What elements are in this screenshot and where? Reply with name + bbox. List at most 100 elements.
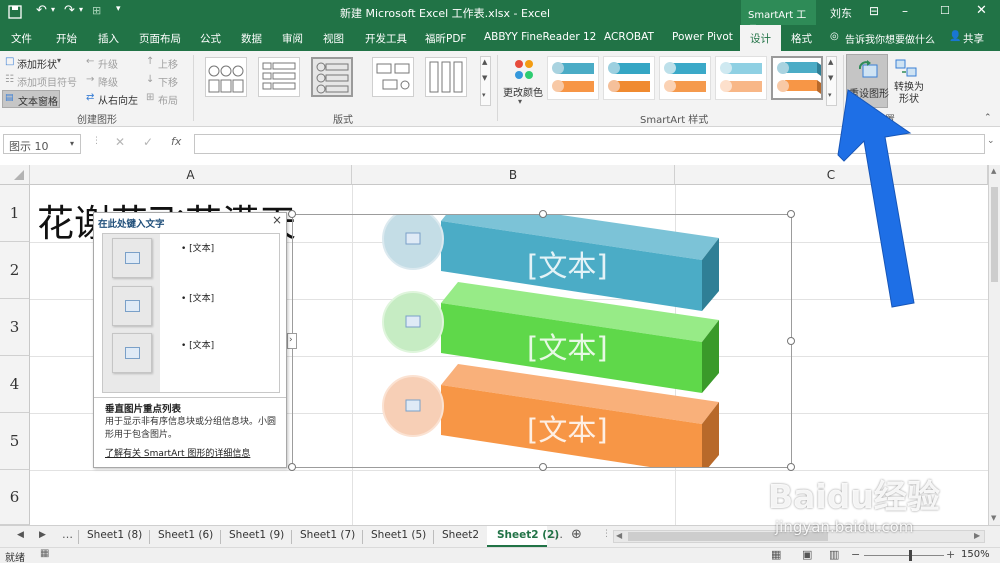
new-sheet-icon[interactable]: ⊕ [571, 527, 582, 542]
smartart-frame[interactable]: [文本] [文本] [文本] [288, 210, 795, 471]
column-header-a[interactable]: A [30, 165, 352, 185]
close-icon[interactable]: ✕ [976, 3, 987, 18]
tab-insert[interactable]: 插入 [98, 31, 119, 46]
tab-design[interactable]: 设计 [740, 25, 781, 51]
row-header-1[interactable]: 1 [0, 185, 30, 242]
tab-format[interactable]: 格式 [791, 31, 812, 46]
sheet-tab[interactable]: Sheet1 (8) [87, 529, 142, 541]
text-pane-button[interactable]: ▤ 文本窗格 [2, 90, 60, 108]
save-icon[interactable] [8, 5, 22, 19]
tab-home[interactable]: 开始 [56, 31, 77, 46]
add-shape-dropdown-icon[interactable]: ▾ [57, 56, 61, 65]
tab-data[interactable]: 数据 [241, 31, 262, 46]
minimize-icon[interactable]: – [902, 4, 908, 18]
page-layout-view-icon[interactable]: ▣ [802, 548, 812, 561]
undo-dropdown-icon[interactable]: ▾ [51, 5, 55, 14]
layout-thumb-selected[interactable] [311, 57, 353, 97]
layout-thumb[interactable] [258, 57, 300, 97]
scroll-thumb[interactable] [991, 187, 998, 282]
layout-thumb[interactable] [425, 57, 467, 97]
smartart-item-text[interactable]: [文本] [527, 325, 608, 367]
sheet-tab[interactable]: Sheet1 (6) [158, 529, 213, 541]
insert-function-button[interactable]: fx [171, 135, 181, 148]
tab-file[interactable]: 文件 [11, 31, 32, 46]
zoom-level[interactable]: 150% [961, 549, 990, 560]
style-thumb[interactable] [547, 56, 599, 100]
row-header-3[interactable]: 3 [0, 299, 30, 356]
enter-icon[interactable]: ✓ [143, 135, 153, 149]
row-header-4[interactable]: 4 [0, 356, 30, 413]
normal-view-icon[interactable]: ▦ [771, 548, 781, 561]
picture-placeholder[interactable] [112, 238, 152, 278]
tab-developer[interactable]: 开发工具 [365, 31, 407, 46]
layout-gallery-scroll[interactable]: ▲ ▼ ▾ [480, 56, 491, 106]
move-down-button[interactable]: 下移 [158, 74, 178, 89]
text-pane-toggle[interactable]: › [287, 333, 297, 349]
expand-formula-icon[interactable]: ⌄ [987, 136, 995, 146]
smartart-item-text[interactable]: [文本] [527, 243, 608, 285]
cancel-icon[interactable]: ✕ [115, 135, 125, 149]
next-sheet-icon[interactable]: ▶ [39, 530, 46, 540]
scroll-up-icon[interactable]: ▲ [991, 167, 996, 175]
resize-handle[interactable] [539, 463, 547, 471]
right-to-left-button[interactable]: 从右向左 [98, 92, 138, 107]
customize-qat-icon[interactable]: ▾ [116, 4, 121, 14]
resize-handle[interactable] [288, 463, 296, 471]
user-name[interactable]: 刘东 [830, 5, 852, 21]
ribbon-display-icon[interactable]: ⊟ [869, 4, 879, 18]
add-shape-button[interactable]: 添加形状 [17, 56, 57, 71]
more-sheets-icon[interactable]: … [62, 528, 73, 541]
learn-more-link[interactable]: 了解有关 SmartArt 图形的详细信息 [105, 446, 250, 459]
row-header-6[interactable]: 6 [0, 470, 30, 525]
scroll-down-icon[interactable]: ▼ [991, 514, 996, 522]
name-box-dropdown-icon[interactable]: ▾ [70, 139, 74, 148]
undo-icon[interactable]: ↶ [36, 3, 47, 18]
sheet-tab-active[interactable]: Sheet2 (2) [487, 526, 559, 547]
redo-dropdown-icon[interactable]: ▾ [79, 5, 83, 14]
picture-placeholder[interactable] [112, 286, 152, 326]
tab-power-pivot[interactable]: Power Pivot [672, 31, 733, 43]
collapse-ribbon-icon[interactable]: ⌃ [984, 113, 992, 123]
column-header-b[interactable]: B [352, 165, 675, 185]
select-all-corner[interactable] [0, 165, 30, 185]
add-bullet-button[interactable]: 添加项目符号 [17, 74, 77, 89]
tab-acrobat[interactable]: ACROBAT [604, 31, 654, 43]
demote-button[interactable]: 降级 [98, 74, 118, 89]
macro-record-icon[interactable]: ▦ [40, 548, 49, 559]
scroll-right-icon[interactable]: ▶ [974, 531, 980, 540]
scroll-left-icon[interactable]: ◀ [616, 531, 622, 540]
page-break-view-icon[interactable]: ▥ [829, 548, 839, 561]
prev-sheet-icon[interactable]: ◀ [17, 530, 24, 540]
style-thumb[interactable] [715, 56, 767, 100]
zoom-slider-thumb[interactable] [909, 550, 912, 561]
resize-handle[interactable] [787, 337, 795, 345]
zoom-slider-track[interactable] [864, 555, 944, 556]
row-header-2[interactable]: 2 [0, 242, 30, 299]
layout-button[interactable]: 布局 [158, 92, 178, 107]
zoom-out-icon[interactable]: − [851, 548, 860, 561]
smartart-item-text[interactable]: [文本] [527, 407, 608, 449]
style-thumb[interactable] [659, 56, 711, 100]
redo-icon[interactable]: ↷ [64, 3, 75, 18]
row-header-5[interactable]: 5 [0, 413, 30, 470]
tab-foxit-pdf[interactable]: 福昕PDF [425, 31, 466, 46]
layout-thumb[interactable] [372, 57, 414, 97]
maximize-icon[interactable]: ☐ [940, 4, 950, 17]
tab-formulas[interactable]: 公式 [200, 31, 221, 46]
layout-thumb[interactable] [205, 57, 247, 97]
tab-review[interactable]: 审阅 [282, 31, 303, 46]
move-up-button[interactable]: 上移 [158, 56, 178, 71]
name-box[interactable]: 图示 10 ▾ [3, 134, 81, 154]
text-pane-close-icon[interactable]: × [272, 213, 282, 227]
touch-mode-icon[interactable]: ⊞ [92, 4, 101, 17]
change-colors-dropdown-icon[interactable]: ▾ [518, 97, 522, 106]
tab-abbyy[interactable]: ABBYY FineReader 12 [484, 31, 596, 43]
sheet-tab[interactable]: Sheet1 (5) [371, 529, 426, 541]
splitter-icon[interactable]: ⋮ [602, 529, 611, 539]
bullet-item[interactable]: • [文本] [181, 291, 214, 304]
sheet-tab[interactable]: Sheet2 [442, 529, 479, 541]
tab-view[interactable]: 视图 [323, 31, 344, 46]
tab-page-layout[interactable]: 页面布局 [139, 31, 181, 46]
style-thumb-selected[interactable] [771, 56, 823, 100]
promote-button[interactable]: 升级 [98, 56, 118, 71]
